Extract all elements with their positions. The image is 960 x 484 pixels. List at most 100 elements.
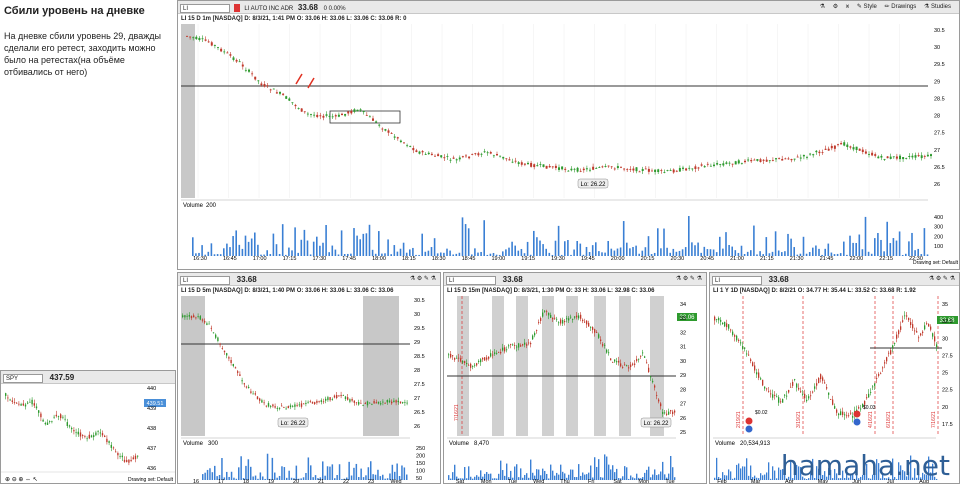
candle bbox=[215, 334, 217, 338]
candle bbox=[780, 401, 782, 403]
15m-x-tick: Mon bbox=[481, 479, 492, 484]
candle bbox=[534, 333, 536, 336]
chart-15m-panel[interactable]: LI 33.68 ⚗ ⚙ ✎ ⚗ LI 15 D 15m [NASDAQ] D:… bbox=[443, 272, 707, 484]
bars-icon[interactable]: ⩙ bbox=[846, 1, 849, 13]
volume-bar bbox=[360, 468, 362, 480]
1y-x-tick: Mar bbox=[751, 479, 761, 484]
candle bbox=[228, 357, 230, 359]
volume-bar bbox=[500, 460, 502, 480]
candle bbox=[511, 161, 514, 163]
candle bbox=[663, 171, 666, 173]
candle bbox=[930, 326, 932, 330]
candle bbox=[510, 344, 512, 345]
candle bbox=[623, 168, 626, 170]
candle bbox=[899, 155, 901, 160]
main-x-tick: 17:30 bbox=[312, 256, 326, 262]
spy-tool-icons[interactable]: ⊕ ⊖ ⊕ ⇔ ↖ bbox=[5, 477, 38, 483]
toolbar-icons-15m[interactable]: ⚗ ⚙ ✎ ⚗ bbox=[676, 273, 702, 285]
candle bbox=[458, 357, 460, 359]
candle bbox=[210, 42, 213, 46]
chart-5m-panel[interactable]: LI 33.68 ⚗ ⚙ ✎ ⚗ LI 15 D 5m [NASDAQ] D: … bbox=[177, 272, 441, 484]
style-button[interactable]: ✎ Style bbox=[857, 1, 877, 13]
main-y-tick: 30 bbox=[934, 45, 940, 51]
main-grid bbox=[197, 24, 900, 198]
settings-icon[interactable]: ⚙ bbox=[833, 1, 838, 13]
main-x-tick: 20:30 bbox=[670, 256, 684, 262]
candle bbox=[574, 316, 576, 318]
candle bbox=[750, 160, 753, 162]
drawings-button[interactable]: ✏ Drawings bbox=[885, 1, 917, 13]
symbol-input[interactable]: LI bbox=[180, 3, 230, 13]
candle bbox=[802, 154, 805, 157]
candle bbox=[483, 151, 486, 153]
main-chart-panel[interactable]: LI LI AUTO INC ADR 33.68 0 0.00% ⚗ ⚙ ⩙ ✎… bbox=[177, 0, 960, 270]
volume-bar bbox=[846, 254, 848, 256]
volume-bar bbox=[567, 240, 569, 256]
candle bbox=[86, 438, 88, 440]
candle bbox=[336, 395, 338, 399]
symbol-input-15m[interactable]: LI bbox=[446, 275, 496, 285]
volume-bar bbox=[644, 247, 647, 256]
chart-5m-svg[interactable]: Lo: 26.22 Volume 300 30.5 30 29.5 29 28.5 28 2… bbox=[178, 296, 441, 484]
candle bbox=[474, 364, 476, 366]
volume-bar bbox=[728, 469, 730, 480]
chart-15m-svg[interactable]: 7/16/21 Lo: 26.22 33.06 Volume 8,470 343… bbox=[444, 296, 707, 484]
volume-bar bbox=[574, 477, 576, 480]
volume-bar bbox=[606, 456, 608, 480]
spy-chart-svg[interactable]: 439.51 440439438437436 ⊕ ⊖ ⊕ ⇔ ↖ Drawing… bbox=[1, 384, 176, 484]
volume-bar bbox=[302, 477, 305, 480]
change-value: 0 0.00% bbox=[323, 6, 346, 12]
symbol-input-1y[interactable]: LI bbox=[712, 275, 762, 285]
flask-icon[interactable]: ⚗ bbox=[820, 1, 825, 13]
candle bbox=[106, 438, 108, 443]
candle bbox=[664, 412, 666, 414]
candle bbox=[320, 400, 322, 402]
candle bbox=[594, 329, 596, 333]
candle bbox=[730, 329, 732, 331]
candle bbox=[297, 108, 300, 109]
15m-y-tick: 31 bbox=[680, 345, 686, 351]
toolbar-icons-5m[interactable]: ⚗ ⚙ ✎ ⚗ bbox=[410, 273, 436, 285]
session-band bbox=[516, 296, 528, 436]
volume-bar bbox=[647, 236, 650, 256]
volume-bar bbox=[233, 477, 235, 480]
candle bbox=[421, 151, 424, 153]
candle bbox=[327, 397, 329, 401]
candle bbox=[472, 366, 474, 368]
candle bbox=[716, 318, 718, 320]
volume-bar bbox=[286, 477, 288, 480]
candle bbox=[774, 394, 776, 396]
volume-bar bbox=[511, 241, 513, 256]
15m-y-tick: 29 bbox=[680, 373, 686, 379]
candle bbox=[827, 148, 830, 151]
candle bbox=[731, 163, 734, 165]
volume-bar bbox=[418, 254, 420, 256]
candle bbox=[384, 402, 386, 404]
symbol-input-5m[interactable]: LI bbox=[180, 275, 230, 285]
volume-bar bbox=[241, 248, 244, 256]
studies-button[interactable]: ⚗ Studies bbox=[924, 1, 951, 13]
candle bbox=[528, 342, 530, 344]
volume-bar bbox=[368, 224, 371, 256]
candle bbox=[409, 145, 412, 147]
candle bbox=[606, 349, 608, 353]
main-x-tick: 18:00 bbox=[372, 256, 386, 262]
candle bbox=[564, 321, 566, 323]
candle bbox=[371, 404, 373, 406]
candle bbox=[896, 334, 898, 339]
candle bbox=[505, 158, 508, 160]
candle bbox=[864, 151, 867, 154]
main-chart-svg[interactable]: Lo: 26.22 Volume 200 30.5 30 29.5 29 28.5 28 2… bbox=[178, 24, 960, 270]
candle bbox=[700, 164, 703, 166]
symbol-input-spy[interactable]: SPY bbox=[3, 373, 43, 383]
volume-bar bbox=[858, 234, 861, 256]
volume-bar bbox=[889, 243, 892, 256]
candle bbox=[82, 435, 84, 436]
spy-panel[interactable]: SPY 437.59 439.51 440 439 438 437 436 ⊕ ⊖ ⊕ … bbox=[0, 370, 176, 484]
candle bbox=[764, 386, 766, 389]
candle bbox=[55, 414, 57, 417]
volume-bar bbox=[716, 457, 718, 480]
volume-bar bbox=[254, 232, 256, 256]
alert-icon[interactable] bbox=[233, 4, 240, 13]
toolbar-icons-1y[interactable]: ⚗ ⚙ ✎ ⚗ bbox=[929, 273, 955, 285]
